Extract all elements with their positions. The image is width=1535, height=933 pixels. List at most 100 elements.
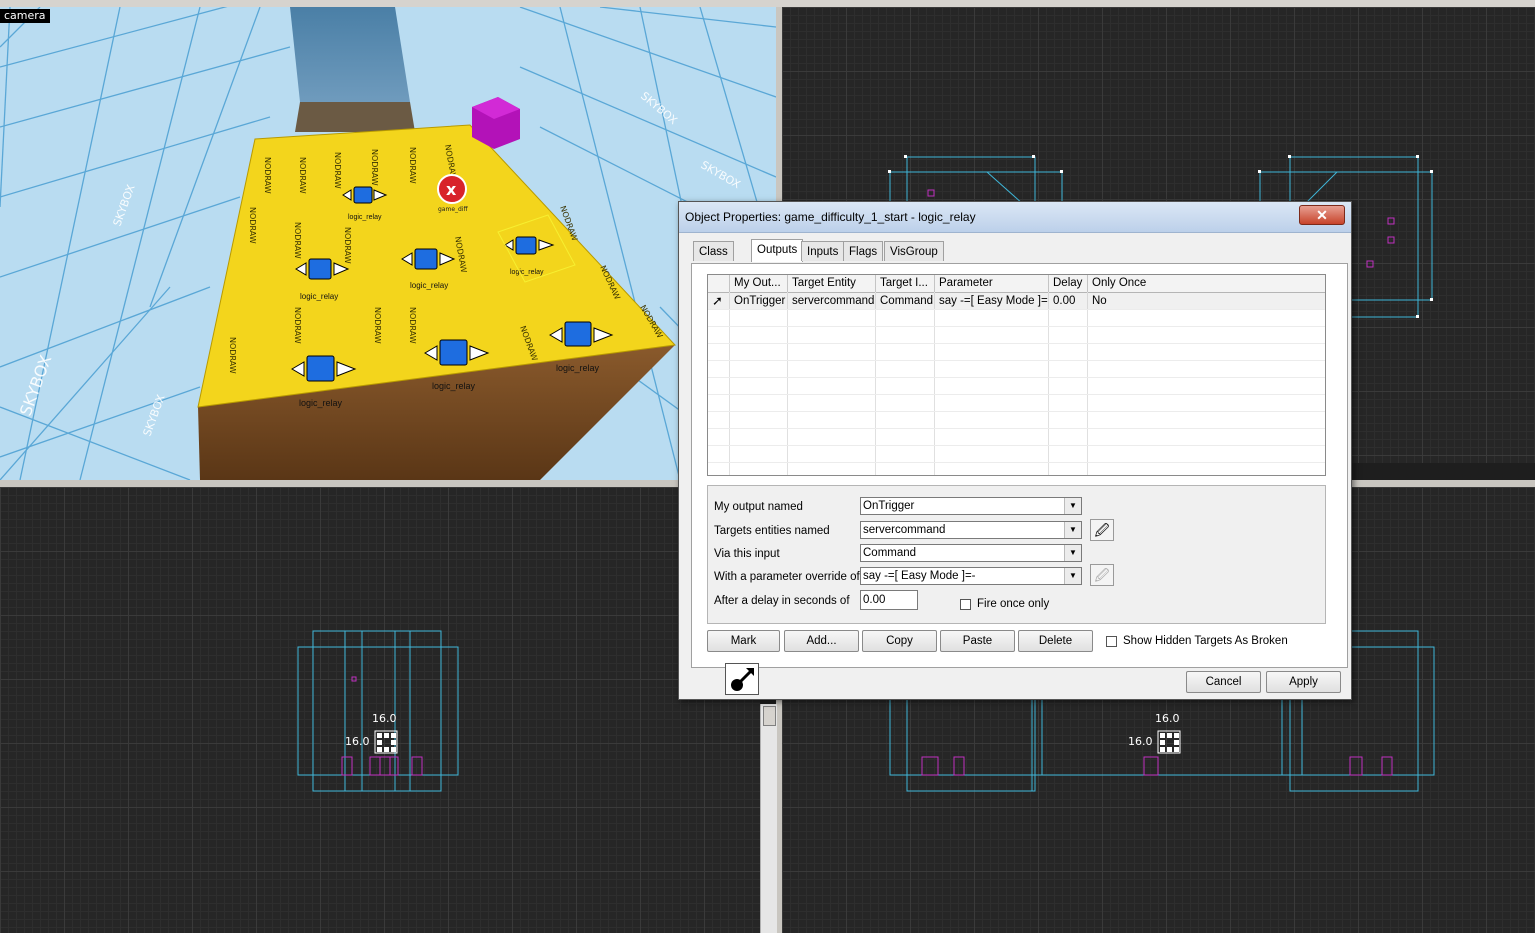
sky-text-3: SKYBOX xyxy=(699,158,743,191)
output-edit-form: My output named OnTrigger ▼ Targets enti… xyxy=(707,485,1326,624)
svg-text:NODRAW: NODRAW xyxy=(373,307,382,344)
mark-button[interactable]: Mark xyxy=(707,630,780,652)
copy-button[interactable]: Copy xyxy=(862,630,937,652)
parameter-value: say -=[ Easy Mode ]=- xyxy=(863,570,976,582)
add-button[interactable]: Add... xyxy=(784,630,859,652)
tab-visgroup[interactable]: VisGroup xyxy=(884,241,944,261)
output-name-combo[interactable]: OnTrigger ▼ xyxy=(860,497,1082,515)
table-row[interactable]: ➚ OnTrigger servercommand Command say -=… xyxy=(708,293,1325,310)
row-parameter: say -=[ Easy Mode ]=- xyxy=(935,293,1049,309)
row-target: servercommand xyxy=(788,293,876,309)
svg-text:NODRAW: NODRAW xyxy=(370,149,379,186)
svg-text:NODRAW: NODRAW xyxy=(343,227,352,264)
fire-once-checkbox[interactable] xyxy=(960,599,971,610)
target-entity-label: Targets entities named xyxy=(714,525,830,537)
fire-once-label: Fire once only xyxy=(977,598,1050,610)
front-viewport-scrollbar[interactable] xyxy=(760,704,777,933)
empty-row xyxy=(708,463,1325,475)
target-entity-value: servercommand xyxy=(863,524,946,536)
empty-row xyxy=(708,395,1325,412)
svg-text:NODRAW: NODRAW xyxy=(228,337,237,374)
empty-row xyxy=(708,310,1325,327)
header-target-entity[interactable]: Target Entity xyxy=(788,275,876,292)
svg-text:logic_relay: logic_relay xyxy=(348,214,382,221)
svg-text:NODRAW: NODRAW xyxy=(293,222,302,259)
empty-row xyxy=(708,446,1325,463)
svg-text:logic_relay: logic_relay xyxy=(300,292,338,301)
table-header: My Out... Target Entity Target I... Para… xyxy=(708,275,1325,293)
side-size-width: 16.0 xyxy=(1155,712,1180,725)
svg-text:logic_relay: logic_relay xyxy=(299,398,343,408)
via-input-value: Command xyxy=(863,547,917,559)
header-parameter[interactable]: Parameter xyxy=(935,275,1049,292)
empty-row xyxy=(708,361,1325,378)
dirt-strip xyxy=(295,102,415,132)
empty-row xyxy=(708,412,1325,429)
front-brushes xyxy=(297,630,459,792)
row-input: Command xyxy=(876,293,935,309)
camera-viewport-label[interactable]: camera xyxy=(0,9,50,23)
delay-label: After a delay in seconds of xyxy=(714,595,850,607)
svg-text:NODRAW: NODRAW xyxy=(298,157,307,194)
tab-outputs[interactable]: Outputs xyxy=(751,239,804,262)
svg-text:NODRAW: NODRAW xyxy=(263,157,272,194)
parameter-combo[interactable]: say -=[ Easy Mode ]=- ▼ xyxy=(860,567,1082,585)
front-viewport[interactable]: 16.0 16.0 xyxy=(0,487,760,933)
tab-class-info[interactable]: Class Info xyxy=(693,241,734,278)
svg-text:NODRAW: NODRAW xyxy=(408,307,417,344)
chevron-down-icon[interactable]: ▼ xyxy=(1064,522,1081,538)
delay-input[interactable]: 0.00 xyxy=(860,590,918,610)
output-name-label: My output named xyxy=(714,501,803,513)
empty-row xyxy=(708,378,1325,395)
camera-scene: SKYBOX SKYBOX SKYBOX SKYBOX SKYBOX NODRA… xyxy=(0,7,776,480)
tab-flags[interactable]: Flags xyxy=(843,241,884,261)
apply-button[interactable]: Apply xyxy=(1266,671,1341,693)
header-my-output[interactable]: My Out... xyxy=(730,275,788,292)
show-hidden-label: Show Hidden Targets As Broken xyxy=(1123,635,1288,647)
game-difficulty-entity-icon[interactable]: x game_diff xyxy=(437,174,468,213)
svg-text:logic_relay: logic_relay xyxy=(510,269,544,276)
dialog-title: Object Properties: game_difficulty_1_sta… xyxy=(685,210,976,224)
output-arrow-icon: ➚ xyxy=(708,293,730,309)
header-target-input[interactable]: Target I... xyxy=(876,275,935,292)
sky-text-1: SKYBOX xyxy=(111,182,138,228)
eyedropper-icon[interactable]: 🖉 xyxy=(1090,564,1114,586)
svg-text:logic_relay: logic_relay xyxy=(432,381,476,391)
empty-row xyxy=(708,344,1325,361)
via-input-combo[interactable]: Command ▼ xyxy=(860,544,1082,562)
via-input-label: Via this input xyxy=(714,548,780,560)
chevron-down-icon[interactable]: ▼ xyxy=(1064,545,1081,561)
paste-button[interactable]: Paste xyxy=(940,630,1015,652)
object-properties-dialog: Object Properties: game_difficulty_1_sta… xyxy=(678,201,1352,700)
close-button[interactable]: ✕ xyxy=(1299,205,1345,225)
chevron-down-icon[interactable]: ▼ xyxy=(1064,498,1081,514)
outputs-table[interactable]: My Out... Target Entity Target I... Para… xyxy=(707,274,1326,476)
show-hidden-checkbox[interactable] xyxy=(1106,636,1117,647)
dialog-titlebar[interactable]: Object Properties: game_difficulty_1_sta… xyxy=(679,202,1351,233)
chevron-down-icon[interactable]: ▼ xyxy=(1064,568,1081,584)
outputs-panel: My Out... Target Entity Target I... Para… xyxy=(691,263,1348,668)
sky-text-2: SKYBOX xyxy=(16,353,55,419)
parameter-label: With a parameter override of xyxy=(714,571,860,583)
empty-row xyxy=(708,327,1325,344)
svg-text:logic_relay: logic_relay xyxy=(556,363,600,373)
tab-inputs[interactable]: Inputs xyxy=(801,241,845,261)
scrollbar-thumb[interactable] xyxy=(763,706,776,726)
header-icon-col[interactable] xyxy=(708,275,730,292)
water-corridor xyxy=(290,7,410,102)
svg-text:NODRAW: NODRAW xyxy=(408,147,417,184)
target-entity-combo[interactable]: servercommand ▼ xyxy=(860,521,1082,539)
sky-text-5: SKYBOX xyxy=(141,392,168,438)
camera-viewport[interactable]: SKYBOX SKYBOX SKYBOX SKYBOX SKYBOX NODRA… xyxy=(0,7,776,480)
svg-text:logic_relay: logic_relay xyxy=(410,281,448,290)
front-size-width: 16.0 xyxy=(372,712,397,725)
eyedropper-icon[interactable]: 🖉 xyxy=(1090,519,1114,541)
header-only-once[interactable]: Only Once xyxy=(1088,275,1325,292)
svg-text:game_diff: game_diff xyxy=(438,206,468,213)
side-size-height: 16.0 xyxy=(1128,735,1153,748)
cancel-button[interactable]: Cancel xyxy=(1186,671,1261,693)
delete-button[interactable]: Delete xyxy=(1018,630,1093,652)
output-name-value: OnTrigger xyxy=(863,500,915,512)
header-delay[interactable]: Delay xyxy=(1049,275,1088,292)
svg-text:NODRAW: NODRAW xyxy=(333,152,342,189)
